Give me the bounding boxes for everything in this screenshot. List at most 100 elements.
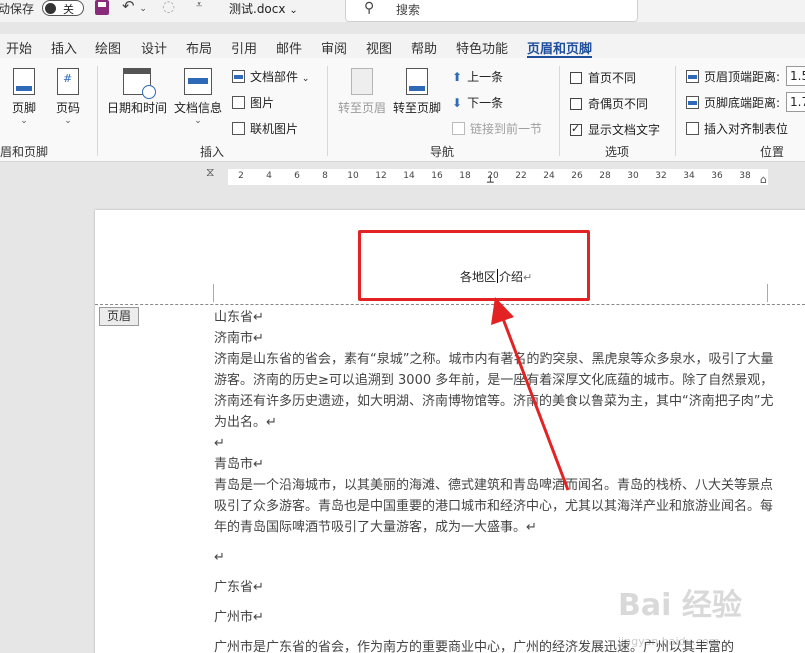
toggle-knob — [45, 3, 56, 14]
group-label-header-footer: 眉和页脚 — [0, 145, 49, 159]
ruler-tick: 2 — [238, 171, 244, 181]
footer-position-icon — [686, 96, 699, 109]
footer-icon — [13, 68, 35, 95]
different-odd-even-checkbox[interactable]: 奇偶页不同 — [570, 95, 648, 112]
ruler-tick: 24 — [543, 171, 555, 181]
search-placeholder: 搜索 — [396, 3, 421, 17]
horizontal-ruler[interactable]: ⧖ ┴ ⌂ 2 4 6 8 10 12 14 16 18 20 22 24 26… — [0, 163, 805, 189]
different-first-page-label: 首页不同 — [588, 71, 637, 85]
arrow-down-icon: ⬇ — [452, 96, 463, 110]
search-icon: ⚲ — [364, 0, 375, 16]
online-picture-icon — [232, 122, 245, 135]
show-document-text-checkbox[interactable]: 显示文档文字 — [570, 121, 660, 138]
save-icon[interactable] — [95, 0, 109, 15]
page-number-button[interactable]: # 页码 ⌄ — [54, 68, 82, 126]
date-time-button-label: 日期和时间 — [106, 101, 167, 115]
header-top-input[interactable]: 1.5 — [786, 66, 805, 86]
autosave-toggle[interactable]: 关 — [42, 0, 84, 16]
arrow-up-icon: ⬆ — [452, 70, 463, 84]
tab-references[interactable]: 引用 — [231, 38, 257, 57]
margin-corner-mark — [767, 284, 768, 302]
tab-draw[interactable]: 绘图 — [95, 38, 121, 57]
next-label: 下一条 — [467, 96, 504, 110]
ruler-tick: 22 — [515, 171, 527, 181]
chevron-down-icon: ⌄ — [194, 116, 202, 126]
document-info-icon — [184, 68, 212, 95]
watermark-url: jingyan.baidu.com — [618, 635, 720, 648]
ruler-tick: 38 — [739, 171, 751, 181]
paragraph: 济南市↵ — [214, 331, 264, 346]
ribbon-tabs: 开始 插入 绘图 设计 布局 引用 邮件 审阅 视图 帮助 特色功能 页眉和页脚 — [0, 34, 805, 58]
tab-view[interactable]: 视图 — [366, 38, 392, 57]
header-text-before: 各地区 — [460, 270, 497, 284]
tab-help[interactable]: 帮助 — [411, 38, 437, 57]
next-button[interactable]: ⬇ 下一条 — [452, 94, 503, 111]
alignment-tab-icon — [686, 122, 699, 135]
picture-icon — [232, 96, 245, 109]
goto-footer-icon — [406, 68, 428, 95]
chevron-down-icon: ⌄ — [64, 116, 72, 126]
group-divider — [675, 66, 676, 156]
ruler-tick: 28 — [599, 171, 611, 181]
undo-icon[interactable]: ↶ ⌄ — [122, 0, 147, 15]
indent-marker-icon[interactable]: ⧖ — [206, 165, 214, 180]
customize-toolbar-icon[interactable]: ⩡ — [196, 0, 202, 12]
header-text[interactable]: 各地区 介绍↵ — [460, 268, 532, 285]
calendar-icon — [123, 68, 156, 99]
right-indent-icon[interactable]: ⌂ — [760, 173, 767, 186]
ruler-tick: 30 — [627, 171, 639, 181]
group-divider — [327, 66, 328, 156]
tab-header-footer[interactable]: 页眉和页脚 — [527, 38, 593, 58]
online-picture-button[interactable]: 联机图片 — [232, 120, 298, 137]
paragraph: ↵ — [214, 436, 225, 451]
quick-parts-icon — [232, 70, 245, 83]
tab-special-features[interactable]: 特色功能 — [456, 38, 508, 57]
tab-insert[interactable]: 插入 — [51, 38, 77, 57]
checkbox-checked — [570, 122, 582, 136]
paragraph: 青岛是一个沿海城市，以其美丽的海滩、德式建筑和青岛啤酒而闻名。青岛的栈桥、八大关… — [214, 478, 774, 535]
ruler-tick: 34 — [683, 171, 695, 181]
redo-icon[interactable]: ◌ — [162, 0, 175, 15]
footer-bottom-distance: 页脚底端距离: — [686, 94, 780, 111]
document-filename[interactable]: 测试.docx ⌄ — [229, 0, 298, 17]
ruler-tick: 8 — [322, 171, 328, 181]
insert-alignment-tab-button[interactable]: 插入对齐制表位 — [686, 120, 788, 137]
page-number-icon: # — [57, 68, 79, 95]
tab-review[interactable]: 审阅 — [321, 38, 347, 57]
watermark-main: Bai 经验 — [618, 588, 742, 623]
checkbox — [570, 72, 582, 84]
footer-button[interactable]: 页脚 ⌄ — [10, 68, 38, 126]
goto-header-button[interactable]: 转至页眉 — [336, 68, 388, 116]
paragraph-mark: ↵ — [523, 271, 533, 284]
group-label-navigation: 导航 — [430, 145, 455, 159]
footer-button-label: 页脚 — [11, 101, 36, 115]
group-divider — [559, 66, 560, 156]
quick-parts-button[interactable]: 文档部件 ⌄ — [232, 68, 309, 85]
tab-layout[interactable]: 布局 — [186, 38, 212, 57]
tab-design[interactable]: 设计 — [141, 38, 167, 57]
tab-home[interactable]: 开始 — [6, 38, 32, 57]
link-to-previous-button[interactable]: 链接到前一节 — [452, 120, 542, 137]
title-bar: 动保存 关 ↶ ⌄ ◌ ⩡ 测试.docx ⌄ ⚲ 搜索 — [0, 0, 805, 22]
picture-button[interactable]: 图片 — [232, 94, 274, 111]
goto-footer-label: 转至页脚 — [392, 101, 441, 115]
header-top-label: 页眉顶端距离: — [704, 70, 781, 84]
goto-header-icon — [351, 68, 373, 95]
header-boundary-line — [95, 304, 805, 305]
chevron-down-icon: ⌄ — [20, 116, 28, 126]
previous-button[interactable]: ⬆ 上一条 — [452, 68, 503, 85]
different-first-page-checkbox[interactable]: 首页不同 — [570, 69, 636, 86]
link-to-previous-label: 链接到前一节 — [470, 122, 543, 136]
tab-mailings[interactable]: 邮件 — [276, 38, 302, 57]
date-time-button[interactable]: 日期和时间 — [106, 68, 168, 116]
footer-bottom-label: 页脚底端距离: — [704, 96, 781, 110]
goto-footer-button[interactable]: 转至页脚 — [391, 68, 443, 116]
footer-bottom-input[interactable]: 1.7 — [786, 92, 805, 112]
search-box[interactable]: ⚲ 搜索 — [345, 0, 638, 22]
goto-header-label: 转至页眉 — [337, 101, 386, 115]
header-position-icon — [686, 70, 699, 83]
group-label-insert: 插入 — [200, 145, 225, 159]
document-info-button[interactable]: 文档信息 ⌄ — [173, 68, 223, 126]
previous-label: 上一条 — [467, 70, 504, 84]
link-icon — [452, 122, 465, 135]
